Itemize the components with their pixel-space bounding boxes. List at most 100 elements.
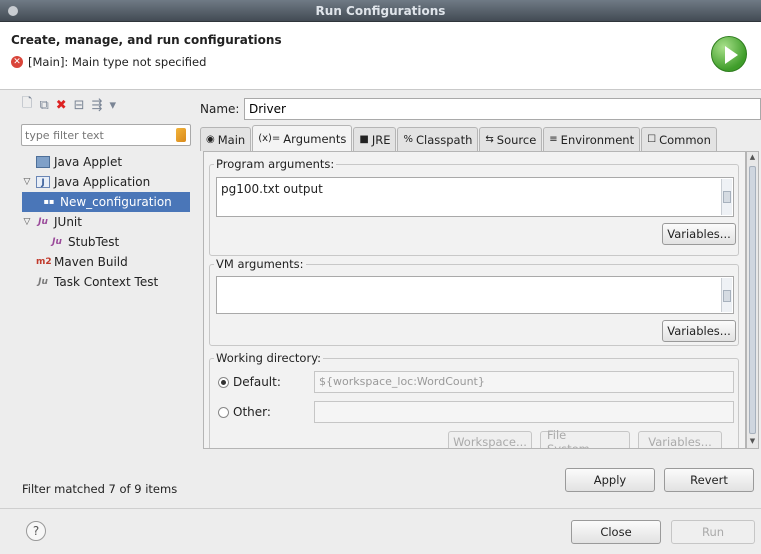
error-icon: ✕ (11, 56, 23, 68)
expand-arrow-icon[interactable]: ▽ (22, 212, 32, 232)
config-tabs: ◉ Main (x)= Arguments ■ JRE % Classpath ⇆ Sou… (200, 125, 717, 151)
default-radio-row[interactable]: Default: (218, 375, 281, 389)
file-system-button[interactable]: File System... (540, 428, 630, 448)
tab-main[interactable]: ◉ Main (200, 127, 252, 151)
tree-item-label: Task Context Test (54, 275, 159, 289)
wd-variables-button[interactable]: Variables... (638, 431, 722, 448)
java-applet-icon (36, 156, 50, 168)
tab-label: Environment (560, 132, 635, 147)
other-radio-label: Other: (233, 405, 271, 419)
window-title: Run Configurations (315, 4, 446, 18)
filter-field[interactable] (21, 124, 191, 146)
tree-item-java-application[interactable]: ▽ J Java Application (22, 172, 190, 192)
delete-config-icon[interactable]: ✖ (56, 98, 67, 113)
help-icon[interactable]: ? (26, 521, 46, 541)
close-button[interactable]: Close (571, 520, 661, 544)
window-titlebar: Run Configurations (0, 0, 761, 22)
vm-arguments-group: VM arguments: Variables... (209, 257, 739, 346)
vm-arguments-textarea[interactable] (216, 276, 734, 314)
other-radio[interactable] (218, 406, 229, 418)
working-directory-label: Working directory: (214, 351, 324, 365)
tree-item-label: New_configuration (60, 195, 172, 209)
tree-toolbar: 🗋 ⧉ ✖ ⊟ ⇶ ▾ (22, 93, 116, 117)
clear-filter-icon[interactable] (176, 128, 186, 142)
main-tab-icon: ◉ (206, 134, 215, 145)
tab-label: Classpath (415, 132, 473, 147)
new-config-icon[interactable]: 🗋 (22, 94, 32, 116)
filter-config-icon[interactable]: ⇶ (92, 98, 103, 113)
tree-item-junit[interactable]: ▽ Ju JUnit (22, 212, 190, 232)
tree-item-label: StubTest (68, 235, 120, 249)
name-label: Name: (200, 102, 240, 116)
program-arguments-value: pg100.txt output (221, 182, 323, 196)
tab-common[interactable]: ☐ Common (641, 127, 717, 151)
program-variables-button[interactable]: Variables... (662, 223, 736, 245)
tab-jre[interactable]: ■ JRE (353, 127, 397, 151)
default-radio-label: Default: (233, 375, 281, 389)
header-message: ✕ [Main]: Main type not specified (11, 55, 206, 69)
classpath-tab-icon: % (403, 134, 413, 145)
other-radio-row[interactable]: Other: (218, 405, 271, 419)
tab-classpath[interactable]: % Classpath (397, 127, 479, 151)
tree-item-new-configuration[interactable]: ▪▪ New_configuration (22, 192, 190, 212)
junit-test-icon: Ju (52, 237, 62, 247)
dialog-header: Create, manage, and run configurations ✕… (0, 22, 761, 90)
tab-environment[interactable]: ≡ Environment (543, 127, 641, 151)
apply-button[interactable]: Apply (565, 468, 655, 492)
expand-arrow-icon[interactable]: ▽ (22, 172, 32, 192)
header-title: Create, manage, and run configurations (11, 33, 282, 47)
tree-item-java-applet[interactable]: Java Applet (22, 152, 190, 172)
tree-item-label: JUnit (54, 215, 82, 229)
revert-button[interactable]: Revert (664, 468, 754, 492)
program-arguments-label: Program arguments: (214, 157, 337, 171)
bottom-divider (0, 508, 761, 509)
default-directory-field: ${workspace_loc:WordCount} (314, 371, 734, 393)
vm-variables-button[interactable]: Variables... (662, 320, 736, 342)
task-context-icon: Ju (38, 277, 48, 287)
collapse-all-icon[interactable]: ⊟ (74, 98, 85, 113)
configuration-tree-panel: 🗋 ⧉ ✖ ⊟ ⇶ ▾ Java Applet ▽ J Java Applica… (16, 88, 194, 508)
java-config-icon: ▪▪ (43, 197, 55, 206)
tab-label: Source (496, 132, 537, 147)
tab-label: Common (659, 132, 711, 147)
error-message-text: [Main]: Main type not specified (28, 55, 207, 69)
tab-source[interactable]: ⇆ Source (479, 127, 543, 151)
tree-item-label: Java Application (54, 175, 151, 189)
textarea-scrollbar[interactable] (721, 278, 732, 312)
view-menu-icon[interactable]: ▾ (109, 98, 116, 113)
arguments-tab-content: Program arguments: pg100.txt output Vari… (203, 151, 746, 449)
tree-item-label: Maven Build (54, 255, 128, 269)
scroll-down-icon[interactable]: ▼ (748, 437, 757, 447)
filter-input[interactable] (22, 125, 170, 145)
common-tab-icon: ☐ (647, 134, 657, 145)
tree-item-stubtest[interactable]: Ju StubTest (22, 232, 190, 252)
other-directory-field[interactable] (314, 401, 734, 423)
scroll-up-icon[interactable]: ▲ (748, 153, 757, 163)
tab-label: Arguments (283, 131, 347, 146)
filter-status: Filter matched 7 of 9 items (22, 482, 178, 496)
program-arguments-textarea[interactable]: pg100.txt output (216, 177, 734, 217)
name-field[interactable] (244, 98, 761, 120)
tree-item-label: Java Applet (54, 155, 123, 169)
tab-arguments[interactable]: (x)= Arguments (252, 125, 353, 151)
default-radio[interactable] (218, 376, 229, 388)
run-button[interactable]: Run (671, 520, 755, 544)
maven-icon: m2 (36, 257, 52, 267)
textarea-scrollbar[interactable] (721, 179, 732, 215)
tree-item-maven-build[interactable]: m2 Maven Build (22, 252, 190, 272)
environment-tab-icon: ≡ (549, 134, 558, 145)
duplicate-config-icon[interactable]: ⧉ (39, 98, 48, 113)
source-tab-icon: ⇆ (485, 134, 494, 145)
name-input[interactable] (245, 99, 760, 119)
tab-label: JRE (371, 132, 391, 147)
run-icon (711, 36, 747, 72)
arguments-tab-icon: (x)= (258, 133, 281, 144)
tree-item-task-context-test[interactable]: Ju Task Context Test (22, 272, 190, 292)
jre-tab-icon: ■ (359, 134, 369, 145)
content-scrollbar[interactable]: ▲ ▼ (746, 151, 759, 449)
junit-icon: Ju (38, 217, 48, 227)
workspace-button[interactable]: Workspace... (448, 431, 532, 448)
java-application-icon: J (36, 176, 50, 188)
program-arguments-group: Program arguments: pg100.txt output Vari… (209, 157, 739, 256)
config-tree: Java Applet ▽ J Java Application ▪▪ New_… (22, 152, 190, 292)
